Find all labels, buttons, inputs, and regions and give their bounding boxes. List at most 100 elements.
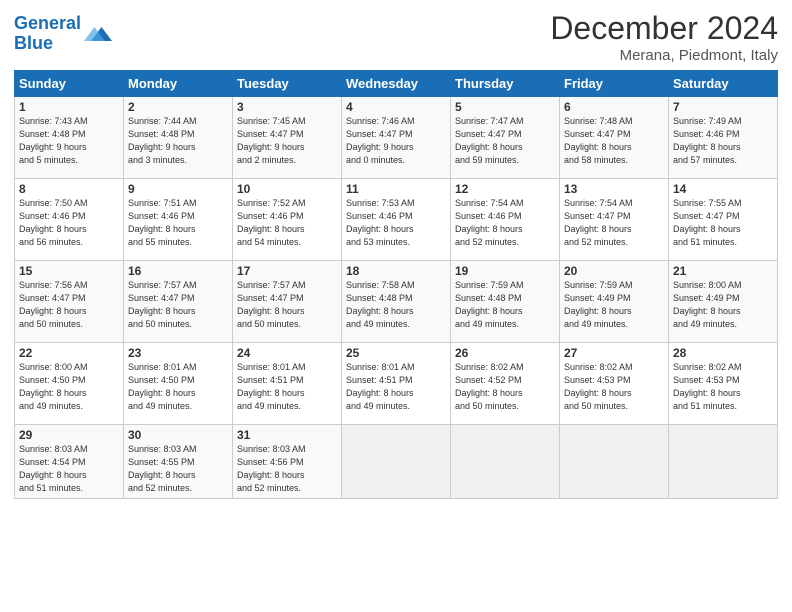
day-number: 12 [455, 182, 555, 196]
day-info: Sunrise: 8:00 AMSunset: 4:50 PMDaylight:… [19, 361, 119, 413]
day-info: Sunrise: 7:43 AMSunset: 4:48 PMDaylight:… [19, 115, 119, 167]
day-number: 5 [455, 100, 555, 114]
table-row: 18Sunrise: 7:58 AMSunset: 4:48 PMDayligh… [342, 261, 451, 343]
day-number: 25 [346, 346, 446, 360]
table-row: 19Sunrise: 7:59 AMSunset: 4:48 PMDayligh… [451, 261, 560, 343]
day-number: 1 [19, 100, 119, 114]
table-row: 20Sunrise: 7:59 AMSunset: 4:49 PMDayligh… [560, 261, 669, 343]
header-sunday: Sunday [15, 71, 124, 97]
day-info: Sunrise: 8:00 AMSunset: 4:49 PMDaylight:… [673, 279, 773, 331]
table-row: 16Sunrise: 7:57 AMSunset: 4:47 PMDayligh… [124, 261, 233, 343]
header-tuesday: Tuesday [233, 71, 342, 97]
day-number: 31 [237, 428, 337, 442]
table-row: 30Sunrise: 8:03 AMSunset: 4:55 PMDayligh… [124, 425, 233, 499]
table-row: 29Sunrise: 8:03 AMSunset: 4:54 PMDayligh… [15, 425, 124, 499]
table-row: 14Sunrise: 7:55 AMSunset: 4:47 PMDayligh… [669, 179, 778, 261]
location: Merana, Piedmont, Italy [550, 47, 778, 64]
day-info: Sunrise: 8:02 AMSunset: 4:53 PMDaylight:… [673, 361, 773, 413]
day-number: 28 [673, 346, 773, 360]
table-row: 28Sunrise: 8:02 AMSunset: 4:53 PMDayligh… [669, 343, 778, 425]
title-block: December 2024 Merana, Piedmont, Italy [550, 10, 778, 64]
table-row [342, 425, 451, 499]
table-row: 2Sunrise: 7:44 AMSunset: 4:48 PMDaylight… [124, 97, 233, 179]
table-row: 26Sunrise: 8:02 AMSunset: 4:52 PMDayligh… [451, 343, 560, 425]
day-info: Sunrise: 7:53 AMSunset: 4:46 PMDaylight:… [346, 197, 446, 249]
logo-text: General Blue [14, 14, 81, 54]
day-number: 16 [128, 264, 228, 278]
table-row: 15Sunrise: 7:56 AMSunset: 4:47 PMDayligh… [15, 261, 124, 343]
day-number: 14 [673, 182, 773, 196]
day-info: Sunrise: 7:44 AMSunset: 4:48 PMDaylight:… [128, 115, 228, 167]
day-number: 27 [564, 346, 664, 360]
table-row [669, 425, 778, 499]
day-info: Sunrise: 7:54 AMSunset: 4:46 PMDaylight:… [455, 197, 555, 249]
table-row: 24Sunrise: 8:01 AMSunset: 4:51 PMDayligh… [233, 343, 342, 425]
day-number: 11 [346, 182, 446, 196]
day-number: 10 [237, 182, 337, 196]
day-number: 19 [455, 264, 555, 278]
table-row: 10Sunrise: 7:52 AMSunset: 4:46 PMDayligh… [233, 179, 342, 261]
header: General Blue December 2024 Merana, Piedm… [14, 10, 778, 64]
day-info: Sunrise: 7:45 AMSunset: 4:47 PMDaylight:… [237, 115, 337, 167]
header-monday: Monday [124, 71, 233, 97]
day-number: 6 [564, 100, 664, 114]
day-info: Sunrise: 7:47 AMSunset: 4:47 PMDaylight:… [455, 115, 555, 167]
table-row: 25Sunrise: 8:01 AMSunset: 4:51 PMDayligh… [342, 343, 451, 425]
table-row: 31Sunrise: 8:03 AMSunset: 4:56 PMDayligh… [233, 425, 342, 499]
day-number: 29 [19, 428, 119, 442]
day-info: Sunrise: 7:57 AMSunset: 4:47 PMDaylight:… [128, 279, 228, 331]
day-info: Sunrise: 8:03 AMSunset: 4:56 PMDaylight:… [237, 443, 337, 495]
day-info: Sunrise: 7:52 AMSunset: 4:46 PMDaylight:… [237, 197, 337, 249]
day-info: Sunrise: 8:03 AMSunset: 4:54 PMDaylight:… [19, 443, 119, 495]
table-row: 27Sunrise: 8:02 AMSunset: 4:53 PMDayligh… [560, 343, 669, 425]
day-number: 15 [19, 264, 119, 278]
table-row: 4Sunrise: 7:46 AMSunset: 4:47 PMDaylight… [342, 97, 451, 179]
header-friday: Friday [560, 71, 669, 97]
table-row: 7Sunrise: 7:49 AMSunset: 4:46 PMDaylight… [669, 97, 778, 179]
day-info: Sunrise: 7:49 AMSunset: 4:46 PMDaylight:… [673, 115, 773, 167]
month-title: December 2024 [550, 10, 778, 47]
table-row: 21Sunrise: 8:00 AMSunset: 4:49 PMDayligh… [669, 261, 778, 343]
header-saturday: Saturday [669, 71, 778, 97]
table-row [560, 425, 669, 499]
day-info: Sunrise: 7:59 AMSunset: 4:49 PMDaylight:… [564, 279, 664, 331]
logo: General Blue [14, 14, 112, 54]
table-row: 23Sunrise: 8:01 AMSunset: 4:50 PMDayligh… [124, 343, 233, 425]
day-info: Sunrise: 7:56 AMSunset: 4:47 PMDaylight:… [19, 279, 119, 331]
day-info: Sunrise: 7:48 AMSunset: 4:47 PMDaylight:… [564, 115, 664, 167]
day-info: Sunrise: 8:02 AMSunset: 4:52 PMDaylight:… [455, 361, 555, 413]
logo-icon [84, 20, 112, 48]
table-row: 11Sunrise: 7:53 AMSunset: 4:46 PMDayligh… [342, 179, 451, 261]
logo-blue: Blue [14, 33, 53, 53]
day-number: 20 [564, 264, 664, 278]
day-number: 21 [673, 264, 773, 278]
day-info: Sunrise: 8:01 AMSunset: 4:51 PMDaylight:… [237, 361, 337, 413]
table-row: 5Sunrise: 7:47 AMSunset: 4:47 PMDaylight… [451, 97, 560, 179]
day-info: Sunrise: 8:01 AMSunset: 4:51 PMDaylight:… [346, 361, 446, 413]
day-number: 26 [455, 346, 555, 360]
day-number: 8 [19, 182, 119, 196]
day-number: 4 [346, 100, 446, 114]
table-row: 22Sunrise: 8:00 AMSunset: 4:50 PMDayligh… [15, 343, 124, 425]
calendar-table: Sunday Monday Tuesday Wednesday Thursday… [14, 70, 778, 499]
day-number: 22 [19, 346, 119, 360]
header-row: Sunday Monday Tuesday Wednesday Thursday… [15, 71, 778, 97]
day-number: 30 [128, 428, 228, 442]
day-info: Sunrise: 7:55 AMSunset: 4:47 PMDaylight:… [673, 197, 773, 249]
table-row: 12Sunrise: 7:54 AMSunset: 4:46 PMDayligh… [451, 179, 560, 261]
day-number: 24 [237, 346, 337, 360]
day-info: Sunrise: 7:57 AMSunset: 4:47 PMDaylight:… [237, 279, 337, 331]
table-row: 6Sunrise: 7:48 AMSunset: 4:47 PMDaylight… [560, 97, 669, 179]
day-number: 13 [564, 182, 664, 196]
header-wednesday: Wednesday [342, 71, 451, 97]
table-row: 9Sunrise: 7:51 AMSunset: 4:46 PMDaylight… [124, 179, 233, 261]
day-number: 17 [237, 264, 337, 278]
day-number: 18 [346, 264, 446, 278]
day-info: Sunrise: 8:02 AMSunset: 4:53 PMDaylight:… [564, 361, 664, 413]
day-info: Sunrise: 7:46 AMSunset: 4:47 PMDaylight:… [346, 115, 446, 167]
day-info: Sunrise: 8:01 AMSunset: 4:50 PMDaylight:… [128, 361, 228, 413]
day-number: 2 [128, 100, 228, 114]
day-number: 9 [128, 182, 228, 196]
day-number: 23 [128, 346, 228, 360]
day-info: Sunrise: 7:54 AMSunset: 4:47 PMDaylight:… [564, 197, 664, 249]
